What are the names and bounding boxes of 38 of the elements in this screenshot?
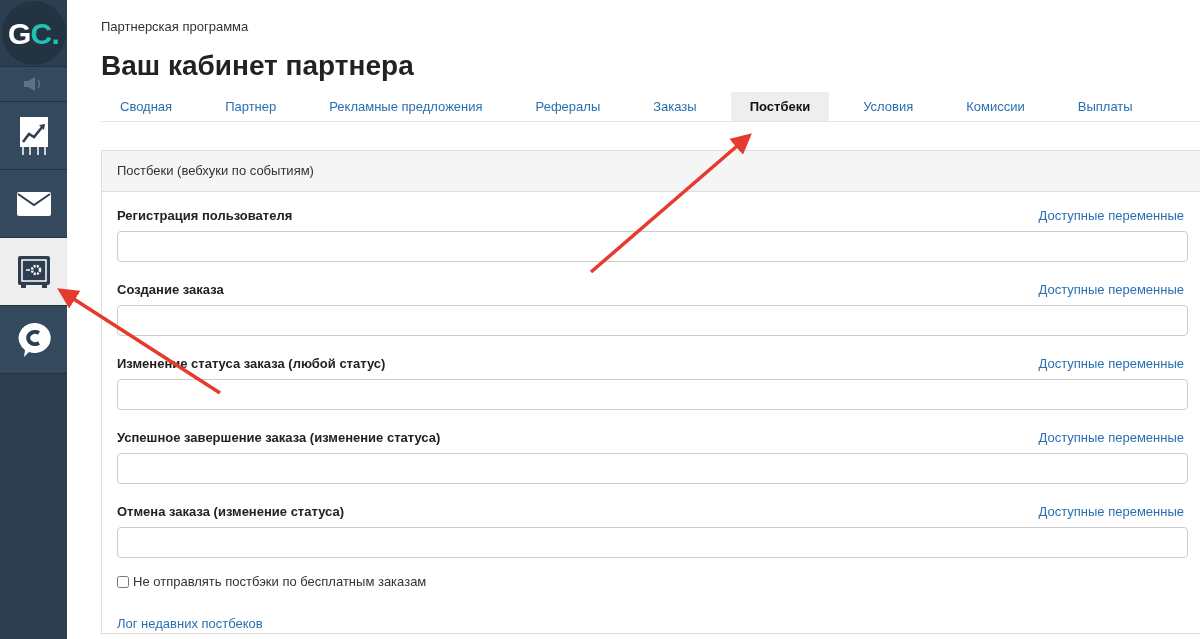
input-field[interactable] — [117, 305, 1188, 336]
tab[interactable]: Сводная — [101, 92, 192, 121]
panel-heading: Постбеки (вебхуки по событиям) — [102, 151, 1200, 192]
logo[interactable]: GC. — [1, 1, 66, 65]
chat-bubble-icon — [16, 321, 51, 358]
tab[interactable]: Заказы — [634, 92, 716, 121]
checkbox[interactable] — [117, 575, 129, 588]
sidebar-item[interactable] — [0, 170, 67, 238]
safe-icon — [16, 254, 51, 289]
tab[interactable]: Партнер — [206, 92, 296, 121]
input-field[interactable] — [117, 453, 1188, 484]
sidebar-item[interactable] — [0, 306, 67, 374]
checkbox-label: Не отправлять постбэки по бесплатным заказам — [133, 573, 427, 591]
variables-link[interactable]: Доступные переменные — [1038, 354, 1184, 374]
tab[interactable]: Условия — [844, 92, 933, 121]
breadcrumb: Партнерская программа — [101, 19, 250, 35]
variables-link[interactable]: Доступные переменные — [1038, 280, 1184, 300]
field-label: Отмена заказа (изменение статуса) — [117, 503, 344, 522]
field-label: Успешное завершение заказа (изменение статуса) — [117, 429, 441, 448]
page-title: Ваш кабинет партнера — [101, 49, 415, 83]
tab[interactable]: Постбеки — [730, 92, 830, 121]
mail-icon — [16, 191, 51, 216]
variables-link[interactable]: Доступные переменные — [1038, 502, 1184, 522]
field-label: Создание заказа — [117, 281, 224, 300]
input-field[interactable] — [117, 527, 1188, 558]
tab[interactable]: Комиссии — [947, 92, 1044, 121]
field-label: Регистрация пользователя — [117, 207, 293, 226]
input-field[interactable] — [117, 231, 1188, 262]
chart-board-icon — [18, 115, 49, 156]
log-link[interactable]: Лог недавних постбеков — [117, 613, 263, 633]
variables-link[interactable]: Доступные переменные — [1038, 206, 1184, 226]
tab[interactable]: Выплаты — [1058, 92, 1152, 121]
tab[interactable]: Рефералы — [516, 92, 620, 121]
variables-link[interactable]: Доступные переменные — [1038, 428, 1184, 448]
sidebar-item[interactable] — [0, 102, 67, 170]
tab[interactable]: Рекламные предложения — [310, 92, 502, 121]
sidebar-item[interactable] — [0, 238, 67, 306]
input-field[interactable] — [117, 379, 1188, 410]
